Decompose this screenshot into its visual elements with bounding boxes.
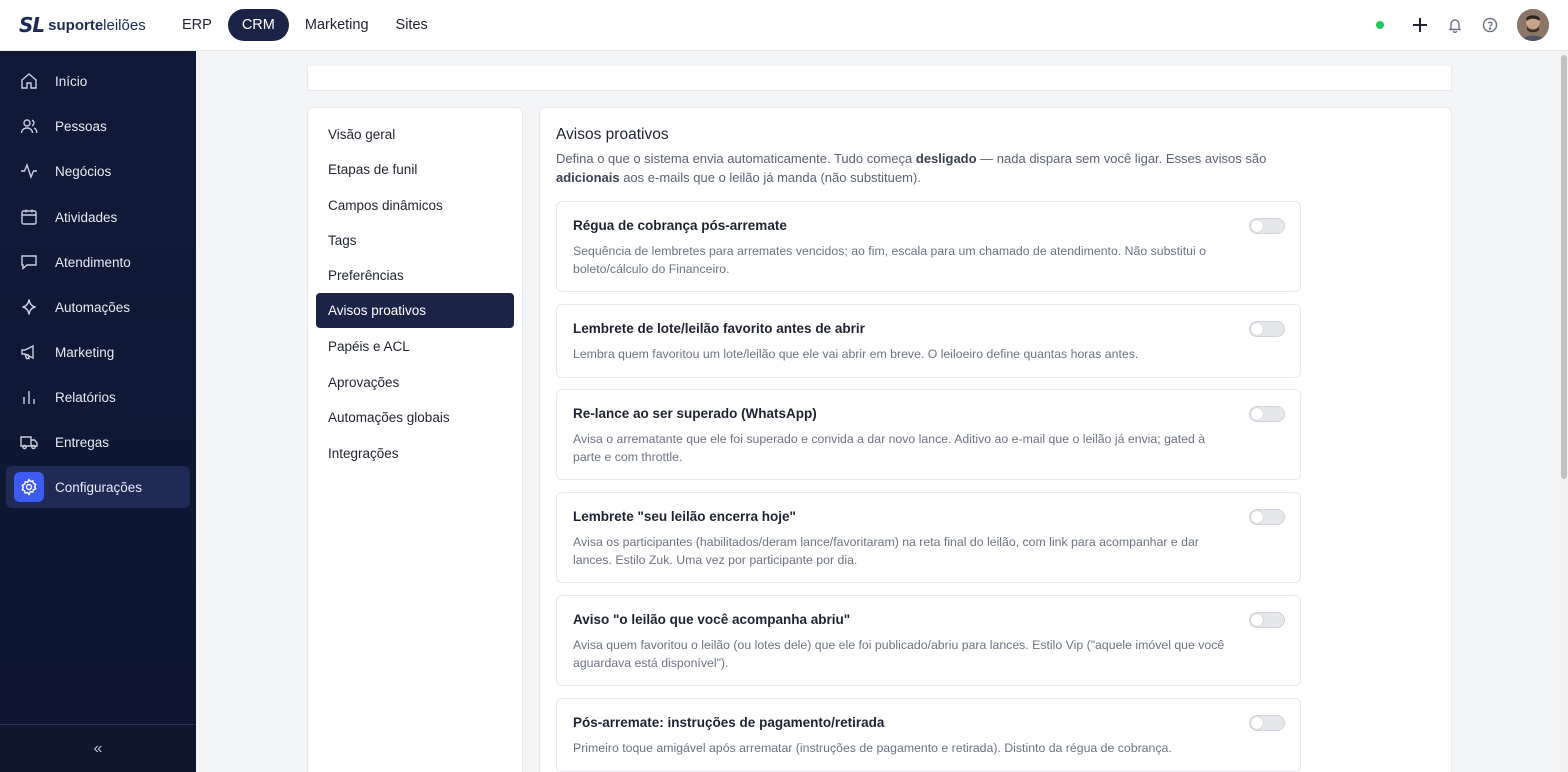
- help-icon[interactable]: [1480, 15, 1500, 35]
- sidebar: Início Pessoas Negócios Atividades Atend…: [0, 51, 196, 772]
- sidebar-item-label: Configurações: [55, 479, 143, 495]
- tab-sites[interactable]: Sites: [385, 9, 439, 41]
- online-status-dot: [1376, 21, 1384, 29]
- alert-card: Lembrete de lote/leilão favorito antes d…: [556, 304, 1301, 378]
- settings-nav-item[interactable]: Campos dinâmicos: [316, 188, 514, 223]
- alert-title: Lembrete "seu leilão encerra hoje": [573, 509, 796, 524]
- scrollbar-thumb[interactable]: [1561, 55, 1567, 479]
- sidebar-item-inicio[interactable]: Início: [6, 60, 190, 102]
- users-icon: [19, 116, 39, 136]
- settings-nav-item[interactable]: Tags: [316, 223, 514, 258]
- chat-icon: [19, 252, 39, 272]
- settings-nav-item[interactable]: Preferências: [316, 258, 514, 293]
- page-description: Defina o que o sistema envia automaticam…: [556, 151, 1267, 185]
- page-title: Avisos proativos: [556, 126, 669, 143]
- tab-erp[interactable]: ERP: [171, 9, 223, 41]
- alert-toggle[interactable]: [1249, 406, 1285, 422]
- plus-icon[interactable]: [1410, 15, 1430, 35]
- settings-nav-item[interactable]: Aprovações: [316, 365, 514, 400]
- sidebar-item-label: Atendimento: [55, 254, 131, 270]
- sparkle-icon: [19, 297, 39, 317]
- toggle-knob: [1251, 717, 1263, 729]
- toggle-knob: [1251, 323, 1263, 335]
- collapse-sidebar-button[interactable]: «: [0, 724, 196, 772]
- toggle-knob: [1251, 408, 1263, 420]
- truck-icon: [19, 432, 39, 452]
- settings-nav-item[interactable]: Automações globais: [316, 400, 514, 435]
- sidebar-item-label: Atividades: [55, 209, 118, 225]
- alert-card: Pós-arremate: instruções de pagamento/re…: [556, 698, 1301, 772]
- alert-title: Aviso "o leilão que você acompanha abriu…: [573, 612, 851, 627]
- top-bar: SL suporteleilões ERP CRM Marketing Site…: [0, 0, 1568, 51]
- top-nav: ERP CRM Marketing Sites: [171, 9, 444, 41]
- alert-description: Avisa o arrematante que ele foi superado…: [573, 432, 1206, 464]
- bar-chart-icon: [19, 387, 39, 407]
- top-actions: [1376, 9, 1549, 41]
- brand-logo[interactable]: SL suporteleilões: [19, 13, 146, 37]
- settings-nav-item[interactable]: Etapas de funil: [316, 152, 514, 187]
- sidebar-item-label: Relatórios: [55, 389, 116, 405]
- alert-card: Re-lance ao ser superado (WhatsApp) Avis…: [556, 389, 1301, 480]
- tab-crm[interactable]: CRM: [227, 9, 289, 41]
- proactive-alerts-panel: Avisos proativos Defina o que o sistema …: [539, 107, 1452, 772]
- settings-nav-item-active[interactable]: Avisos proativos: [316, 293, 514, 328]
- alert-card: Lembrete "seu leilão encerra hoje" Avisa…: [556, 492, 1301, 583]
- sidebar-item-label: Pessoas: [55, 118, 107, 134]
- sidebar-item-label: Início: [55, 73, 88, 89]
- sidebar-item-marketing[interactable]: Marketing: [6, 331, 190, 373]
- sidebar-item-label: Entregas: [55, 434, 110, 450]
- settings-nav: Visão geral Etapas de funil Campos dinâm…: [307, 107, 523, 772]
- page-scrollbar[interactable]: [1560, 51, 1568, 772]
- sidebar-item-label: Negócios: [55, 163, 112, 179]
- brand-name: suporteleilões: [48, 16, 146, 34]
- alert-toggle[interactable]: [1249, 715, 1285, 731]
- sidebar-item-automacoes[interactable]: Automações: [6, 286, 190, 328]
- tab-marketing[interactable]: Marketing: [294, 9, 380, 41]
- megaphone-icon: [19, 342, 39, 362]
- alert-description: Primeiro toque amigável após arrematar (…: [573, 741, 1172, 755]
- sidebar-item-atividades[interactable]: Atividades: [6, 196, 190, 238]
- calendar-icon: [19, 207, 39, 227]
- activity-icon: [19, 161, 39, 181]
- user-avatar[interactable]: [1517, 9, 1549, 41]
- sidebar-item-pessoas[interactable]: Pessoas: [6, 105, 190, 147]
- alert-title: Régua de cobrança pós-arremate: [573, 218, 787, 233]
- gear-icon: [14, 472, 44, 502]
- sidebar-item-negocios[interactable]: Negócios: [6, 150, 190, 192]
- alert-card: Aviso "o leilão que você acompanha abriu…: [556, 595, 1301, 686]
- header-strip: [307, 66, 1452, 91]
- alert-toggle[interactable]: [1249, 509, 1285, 525]
- bell-icon[interactable]: [1445, 15, 1465, 35]
- settings-nav-item[interactable]: Papéis e ACL: [316, 329, 514, 364]
- alert-description: Sequência de lembretes para arremates ve…: [573, 244, 1206, 276]
- sidebar-item-label: Automações: [55, 299, 131, 315]
- double-chevron-left-icon: «: [93, 739, 103, 757]
- alert-title: Re-lance ao ser superado (WhatsApp): [573, 406, 817, 421]
- alert-title: Lembrete de lote/leilão favorito antes d…: [573, 321, 865, 336]
- brand-mark: SL: [19, 13, 45, 37]
- alert-description: Avisa os participantes (habilitados/dera…: [573, 535, 1199, 567]
- sidebar-item-relatorios[interactable]: Relatórios: [6, 376, 190, 418]
- sidebar-item-configuracoes[interactable]: Configurações: [6, 466, 190, 508]
- settings-nav-item[interactable]: Visão geral: [316, 117, 514, 152]
- alert-card: Régua de cobrança pós-arremate Sequência…: [556, 201, 1301, 292]
- sidebar-item-entregas[interactable]: Entregas: [6, 421, 190, 463]
- toggle-knob: [1251, 220, 1263, 232]
- alert-toggle[interactable]: [1249, 218, 1285, 234]
- alert-description: Avisa quem favoritou o leilão (ou lotes …: [573, 638, 1225, 670]
- alert-toggle[interactable]: [1249, 321, 1285, 337]
- home-icon: [19, 71, 39, 91]
- sidebar-item-atendimento[interactable]: Atendimento: [6, 241, 190, 283]
- settings-nav-item[interactable]: Integrações: [316, 436, 514, 471]
- sidebar-item-label: Marketing: [55, 344, 115, 360]
- toggle-knob: [1251, 511, 1263, 523]
- toggle-knob: [1251, 614, 1263, 626]
- alert-description: Lembra quem favoritou um lote/leilão que…: [573, 347, 1139, 361]
- alert-title: Pós-arremate: instruções de pagamento/re…: [573, 715, 885, 730]
- alert-toggle[interactable]: [1249, 612, 1285, 628]
